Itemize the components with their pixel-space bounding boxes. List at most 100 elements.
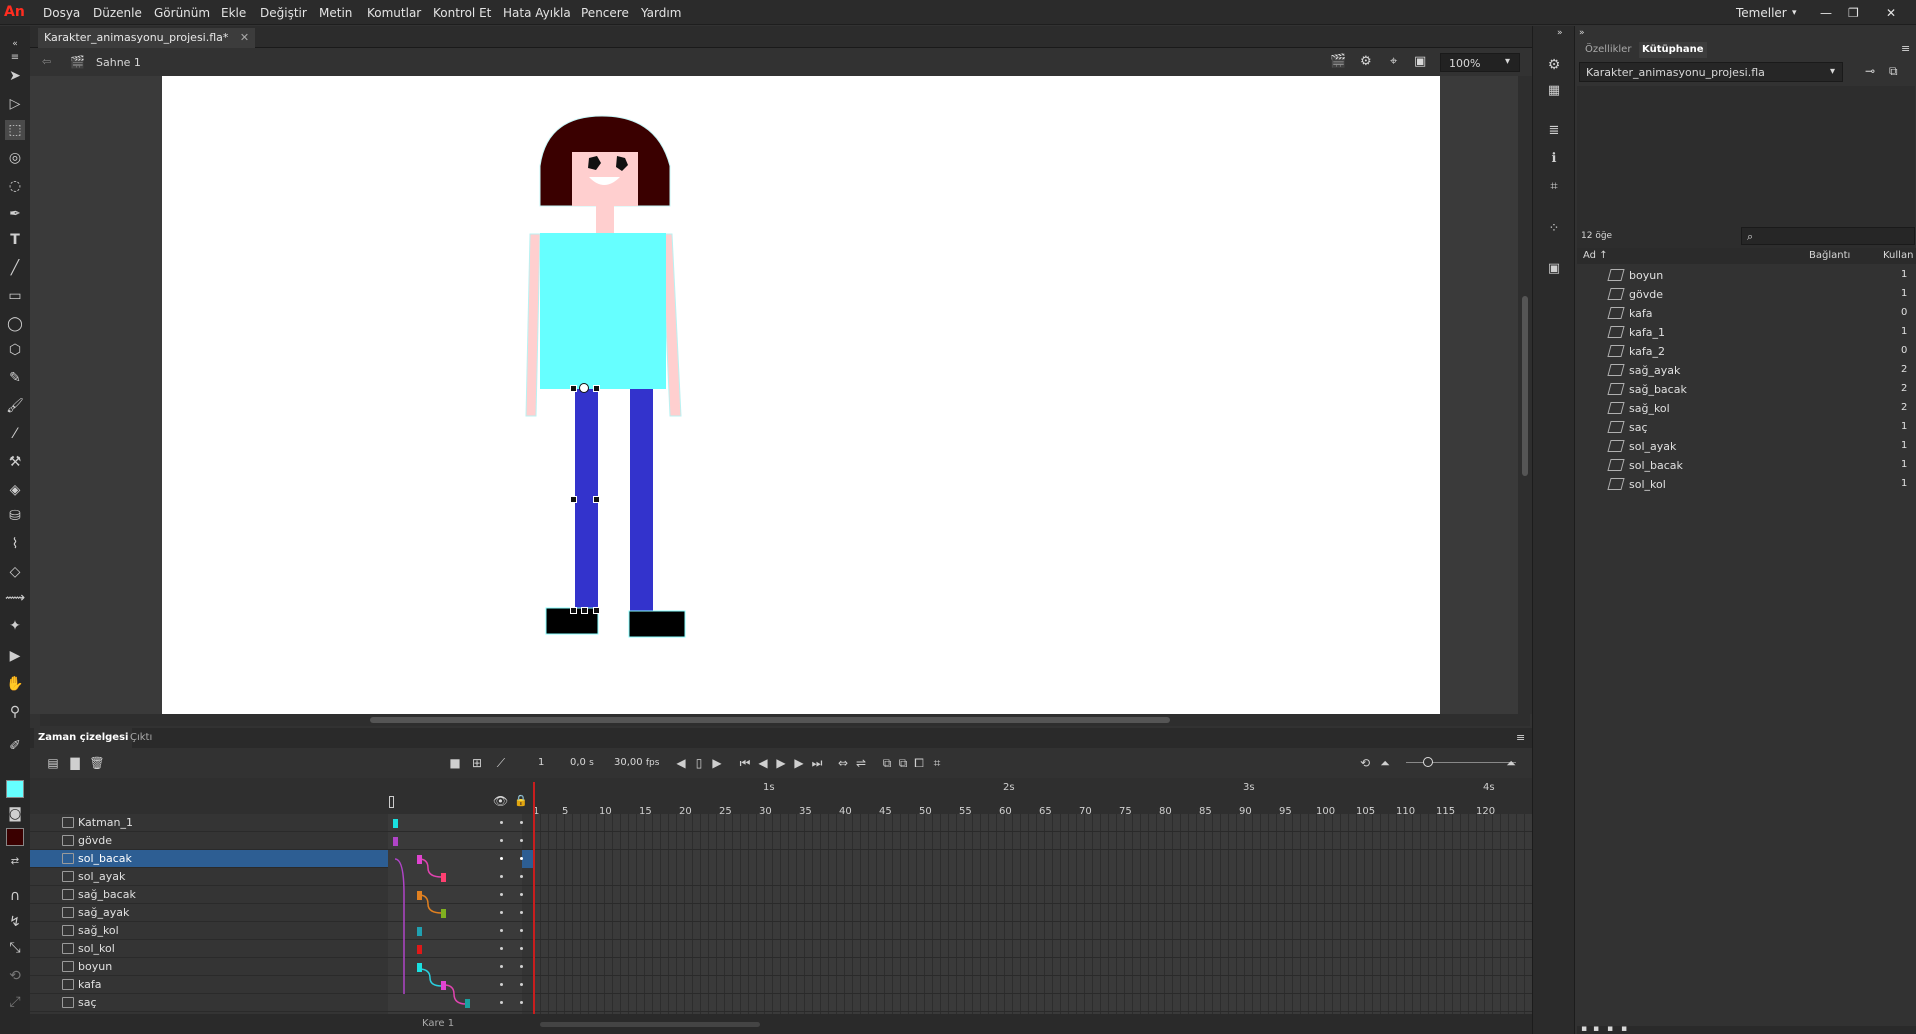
library-item[interactable]: sol_ayak 1 (1587, 437, 1916, 456)
free-transform-tool-icon[interactable]: ⬚ (5, 120, 25, 140)
step-back-icon[interactable]: ◀ (754, 754, 772, 772)
graph-icon[interactable]: ⟋ (492, 754, 510, 772)
hand-tool-icon[interactable]: ✋ (5, 674, 25, 694)
library-item[interactable]: sağ_bacak 2 (1587, 380, 1916, 399)
layer-row[interactable]: gövde (30, 832, 1532, 850)
fill-color-swatch[interactable] (6, 828, 24, 846)
lock-icon[interactable]: 🔒 (514, 794, 528, 807)
layer-row[interactable]: boyun (30, 958, 1532, 976)
clip-content-icon[interactable]: ▣ (1414, 54, 1426, 69)
straighten-icon[interactable]: ⤡ (5, 938, 25, 958)
onion-markers-icon[interactable]: ⌗ (928, 754, 946, 772)
ink-bottle-tool-icon[interactable]: ⛁ (5, 506, 25, 526)
menu-komutlar[interactable]: Komutlar (367, 6, 421, 20)
pin-library-icon[interactable]: ⊸ (1865, 64, 1875, 78)
library-search-input[interactable]: ⌕ (1741, 227, 1915, 245)
lock-toggle[interactable] (520, 929, 523, 932)
close-icon[interactable]: ✕ (1886, 6, 1896, 20)
undo-icon[interactable]: ⟲ (1356, 754, 1374, 772)
swap-colors-icon[interactable]: ⇄ (5, 852, 25, 872)
tab-output[interactable]: Çıktı (130, 732, 152, 743)
library-item[interactable]: sol_bacak 1 (1587, 456, 1916, 475)
3d-rotation-tool-icon[interactable]: ◎ (5, 148, 25, 168)
visibility-toggle[interactable] (500, 893, 503, 896)
transform-handle[interactable] (581, 607, 588, 614)
pen-tool-icon[interactable]: ✒ (5, 204, 25, 224)
layer-parenting-icon[interactable]: ⊞ (468, 754, 486, 772)
menu-gorunum[interactable]: Görünüm (154, 6, 210, 20)
text-tool-icon[interactable]: T (5, 230, 25, 250)
chevron-down-icon[interactable]: ▾ (1792, 8, 1797, 18)
delete-layer-icon[interactable]: 🗑 (88, 754, 106, 772)
registration-point[interactable] (579, 383, 589, 393)
layer-row[interactable]: sol_ayak (30, 868, 1532, 886)
menu-hata-ayikla[interactable]: Hata Ayıkla (503, 6, 571, 20)
fill-color-icon[interactable]: ◙ (5, 804, 25, 824)
tab-timeline[interactable]: Zaman çizelgesi (34, 728, 133, 748)
lock-toggle[interactable] (520, 1001, 523, 1004)
horizontal-scrollbar[interactable] (40, 714, 1530, 726)
panel-menu-icon[interactable]: ≡ (1901, 42, 1910, 55)
new-folder-icon[interactable]: ▇ (66, 754, 84, 772)
column-use-count[interactable]: Kullan (1883, 250, 1913, 261)
menu-degistir[interactable]: Değiştir (260, 6, 307, 20)
transform-handle[interactable] (593, 496, 600, 503)
timeline-hscroll[interactable] (540, 1022, 760, 1027)
collapse-icon[interactable]: » (1557, 28, 1563, 38)
rectangle-tool-icon[interactable]: ▭ (5, 286, 25, 306)
lock-toggle[interactable] (520, 857, 523, 860)
library-item[interactable]: kafa_2 0 (1587, 342, 1916, 361)
panel-menu-icon[interactable]: ≡ (5, 48, 25, 68)
library-item[interactable]: boyun 1 (1587, 266, 1916, 285)
eraser-tool-icon[interactable]: ◇ (5, 562, 25, 582)
visibility-toggle[interactable] (500, 857, 503, 860)
new-library-panel-icon[interactable]: ⧉ (1889, 64, 1898, 79)
assets-icon[interactable]: ⚙ (1545, 56, 1563, 74)
zoom-tool-icon[interactable]: ⚲ (5, 702, 25, 722)
snap-magnet-icon[interactable]: ∩ (5, 886, 25, 906)
restore-icon[interactable]: ❐ (1848, 6, 1859, 20)
slider-thumb[interactable] (1423, 757, 1433, 767)
current-frame-value[interactable]: 1 (538, 757, 544, 768)
library-item[interactable]: sol_kol 1 (1587, 475, 1916, 494)
scroll-thumb[interactable] (1522, 296, 1528, 476)
visibility-toggle[interactable] (500, 929, 503, 932)
library-item[interactable]: saç 1 (1587, 418, 1916, 437)
layer-row[interactable]: sağ_ayak (30, 904, 1532, 922)
pin-tool-icon[interactable]: ✦ (5, 616, 25, 636)
delete-icon[interactable]: ▪ (1621, 1024, 1627, 1034)
menu-kontrol-et[interactable]: Kontrol Et (433, 6, 491, 20)
oval-tool-icon[interactable]: ◯ (5, 314, 25, 334)
lock-toggle[interactable] (520, 911, 523, 914)
edit-symbol-icon[interactable]: ⚙ (1360, 54, 1372, 69)
visibility-toggle[interactable] (500, 1001, 503, 1004)
library-item[interactable]: kafa_1 1 (1587, 323, 1916, 342)
paint-brush-tool-icon[interactable]: 🖌 (5, 396, 25, 416)
code-snippets-icon[interactable]: ▣ (1545, 260, 1563, 278)
add-keyframe-icon[interactable]: ▯ (690, 754, 708, 772)
pencil-tool-icon[interactable]: ✎ (5, 368, 25, 388)
prev-keyframe-icon[interactable]: ◀ (672, 754, 690, 772)
paint-bucket-tool-icon[interactable]: ◈ (5, 480, 25, 500)
lock-toggle[interactable] (520, 839, 523, 842)
stroke-color-swatch[interactable] (6, 780, 24, 798)
visibility-toggle[interactable] (500, 839, 503, 842)
zoom-select[interactable]: 100% ▾ (1440, 53, 1520, 72)
visibility-toggle[interactable] (500, 875, 503, 878)
subselection-tool-icon[interactable]: ▷ (5, 94, 25, 114)
layer-row[interactable]: Katman_1 (30, 814, 1532, 832)
visibility-toggle[interactable] (500, 911, 503, 914)
menu-dosya[interactable]: Dosya (43, 6, 80, 20)
scroll-thumb[interactable] (370, 717, 1170, 723)
lock-toggle[interactable] (520, 965, 523, 968)
menu-yardim[interactable]: Yardım (641, 6, 681, 20)
visibility-toggle[interactable] (500, 821, 503, 824)
transform-handle[interactable] (570, 607, 577, 614)
library-item[interactable]: sağ_ayak 2 (1587, 361, 1916, 380)
back-arrow-icon[interactable]: ⇦ (42, 55, 51, 68)
transform-handle[interactable] (593, 385, 600, 392)
lock-toggle[interactable] (520, 893, 523, 896)
bone-tool-icon[interactable]: ⚒ (5, 452, 25, 472)
menu-duzenle[interactable]: Düzenle (93, 6, 142, 20)
library-document-select[interactable]: Karakter_animasyonu_projesi.fla ▾ (1579, 62, 1843, 82)
